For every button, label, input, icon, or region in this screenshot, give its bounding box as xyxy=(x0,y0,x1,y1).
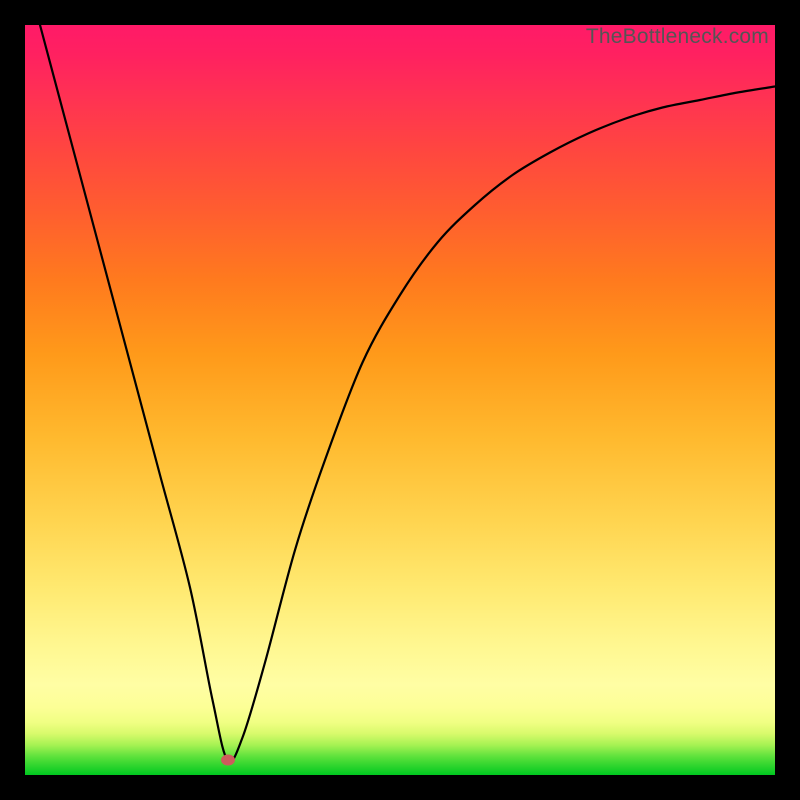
bottleneck-curve xyxy=(25,25,775,775)
optimal-point-marker xyxy=(221,755,235,766)
chart-frame: TheBottleneck.com xyxy=(0,0,800,800)
chart-plot-area: TheBottleneck.com xyxy=(25,25,775,775)
